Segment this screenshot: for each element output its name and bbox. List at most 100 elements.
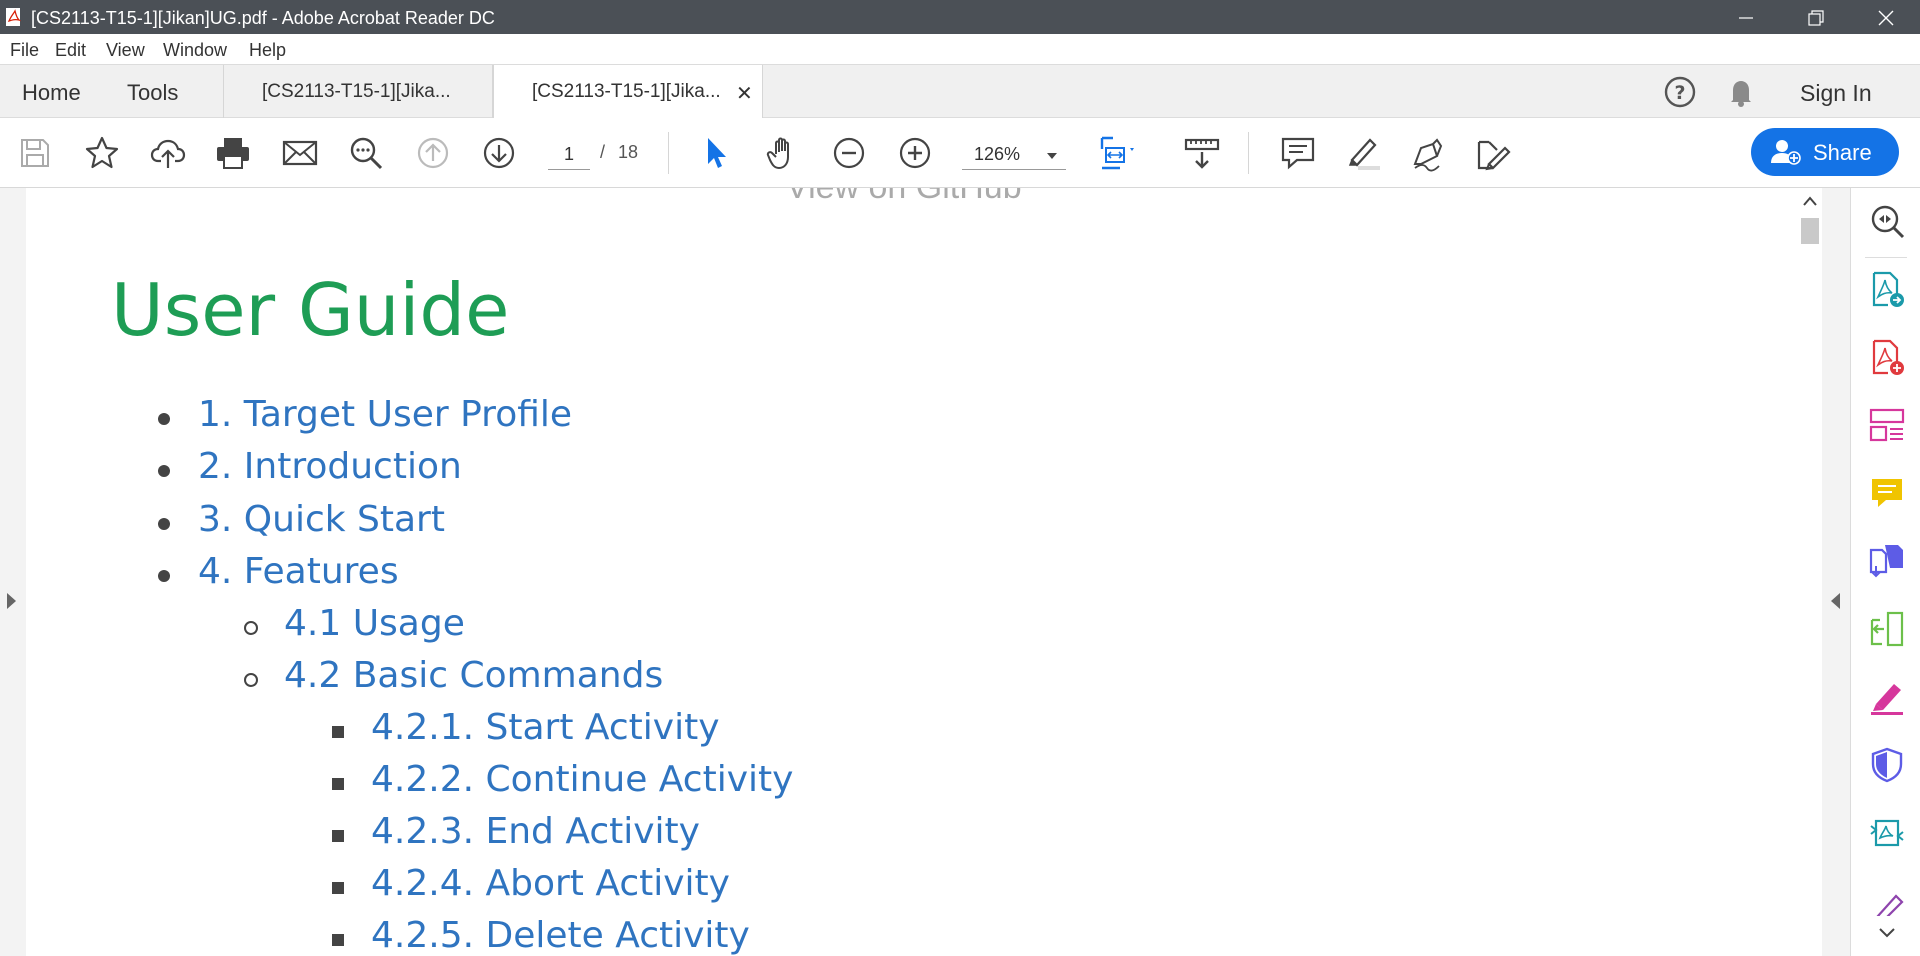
tab-home[interactable]: Home [22,80,81,106]
pane-divider [1865,257,1907,258]
minimize-icon [1739,17,1753,19]
toc-link[interactable]: 4.2.5. Delete Activity [371,915,750,956]
tab-bar: Home Tools [CS2113-T15-1][Jika... [CS211… [0,64,1920,119]
window-title: [CS2113-T15-1][Jikan]UG.pdf - Adobe Acro… [31,8,495,28]
pdf-page: View on GitHub User Guide 1. Target User… [26,188,1798,956]
fill-sign-icon[interactable] [1868,678,1906,716]
more-tools-icon[interactable] [1868,882,1906,916]
toc-link[interactable]: 4.1 Usage [284,603,465,644]
toc-link[interactable]: 4.2.2. Continue Activity [371,759,793,800]
svg-text:?: ? [1674,82,1685,104]
page-separator: / [600,142,606,162]
doc-tab-label: [CS2113-T15-1][Jika... [532,81,721,102]
notifications-bell-icon[interactable] [1722,73,1760,111]
bullet-circle [244,673,258,687]
expand-right-icon [7,593,16,609]
menu-edit[interactable]: Edit [55,40,86,61]
tools-pane [1850,188,1920,956]
save-icon[interactable] [16,134,54,172]
scroll-up-icon[interactable] [1803,196,1817,206]
create-pdf-icon[interactable] [1868,338,1906,376]
comment-tool-icon[interactable] [1868,474,1906,512]
protect-icon[interactable] [1868,746,1906,784]
sign-in-button[interactable]: Sign In [1800,80,1872,107]
bookmark-star-icon[interactable] [83,134,121,172]
bullet-square [332,934,344,946]
toc-link[interactable]: 4.2 Basic Commands [284,655,663,696]
bullet-disc [158,570,170,582]
fit-page-icon[interactable] [1098,134,1136,172]
page-up-icon[interactable] [414,134,452,172]
minimize-button[interactable] [1710,0,1780,34]
export-pdf-icon[interactable] [1868,270,1906,308]
add-user-icon [1771,140,1801,165]
email-icon[interactable] [281,134,319,172]
menu-file[interactable]: File [10,40,39,61]
share-button[interactable]: Share [1751,128,1899,176]
share-label: Share [1813,140,1872,165]
highlight-icon[interactable] [1344,134,1382,172]
doc-tab-2-active[interactable]: [CS2113-T15-1][Jika... ✕ [493,65,763,119]
edit-fill-icon[interactable] [1475,134,1513,172]
bullet-disc [158,413,170,425]
page-down-icon[interactable] [480,134,518,172]
zoom-out-icon[interactable] [830,134,868,172]
print-icon[interactable] [214,134,252,172]
compress-icon[interactable] [1868,610,1906,648]
hand-icon[interactable] [764,134,802,172]
send-for-review-icon[interactable] [1868,814,1906,852]
search-icon[interactable] [347,134,385,172]
collapse-left-icon [1831,593,1840,609]
current-page-input[interactable]: 1 [548,140,590,170]
comment-icon[interactable] [1279,134,1317,172]
search-zoom-icon[interactable] [1868,202,1906,240]
bullet-disc [158,465,170,477]
view-on-github-text[interactable]: View on GitHub [786,188,1022,207]
close-window-button[interactable] [1850,0,1920,34]
organize-pages-icon[interactable] [1868,406,1906,444]
toc-link[interactable]: 4.2.1. Start Activity [371,707,720,748]
scroll-mode-icon[interactable] [1183,134,1221,172]
toc-link[interactable]: 2. Introduction [198,446,462,487]
help-icon[interactable]: ? [1661,73,1699,111]
toolbar-divider [668,132,669,174]
title-bar: [CS2113-T15-1][Jikan]UG.pdf - Adobe Acro… [0,0,1920,34]
tab-tools[interactable]: Tools [127,80,178,106]
vertical-scrollbar[interactable] [1798,188,1822,956]
toc-link[interactable]: 3. Quick Start [198,499,445,540]
right-pane-toggle[interactable] [1822,188,1850,956]
close-icon [1878,10,1894,26]
document-area: View on GitHub User Guide 1. Target User… [0,188,1850,956]
bullet-disc [158,518,170,530]
bullet-square [332,778,344,790]
zoom-dropdown[interactable]: 126% [962,140,1066,170]
toc-link[interactable]: 4. Features [198,551,399,592]
close-tab-icon[interactable]: ✕ [736,81,753,106]
menu-help[interactable]: Help [249,40,286,61]
toolbar-divider [1248,132,1249,174]
combine-files-icon[interactable] [1868,542,1906,580]
select-cursor-icon[interactable] [698,134,736,172]
toc-link[interactable]: 4.2.3. End Activity [371,811,700,852]
page-heading: User Guide [111,268,510,352]
zoom-in-icon[interactable] [896,134,934,172]
menu-window[interactable]: Window [163,40,227,61]
menu-bar: File Edit View Window Help [0,34,1920,64]
scrollbar-thumb[interactable] [1801,218,1819,244]
bullet-square [332,882,344,894]
toc-link[interactable]: 1. Target User Profile [198,394,572,435]
scroll-down-chevron-icon[interactable] [1879,928,1895,938]
cloud-upload-icon[interactable] [149,134,187,172]
left-pane-toggle[interactable] [0,188,26,956]
doc-tab-label: [CS2113-T15-1][Jika... [262,81,451,102]
chevron-down-icon [1047,153,1057,159]
menu-view[interactable]: View [106,40,145,61]
total-pages: 18 [618,142,639,162]
toc-link[interactable]: 4.2.4. Abort Activity [371,863,730,904]
sign-icon[interactable] [1409,134,1447,172]
main-toolbar: 1 / 18 126% Share [0,118,1920,188]
doc-tab-1[interactable]: [CS2113-T15-1][Jika... [223,65,493,118]
acrobat-app-icon [6,8,22,26]
restore-button[interactable] [1780,0,1850,34]
bullet-square [332,726,344,738]
